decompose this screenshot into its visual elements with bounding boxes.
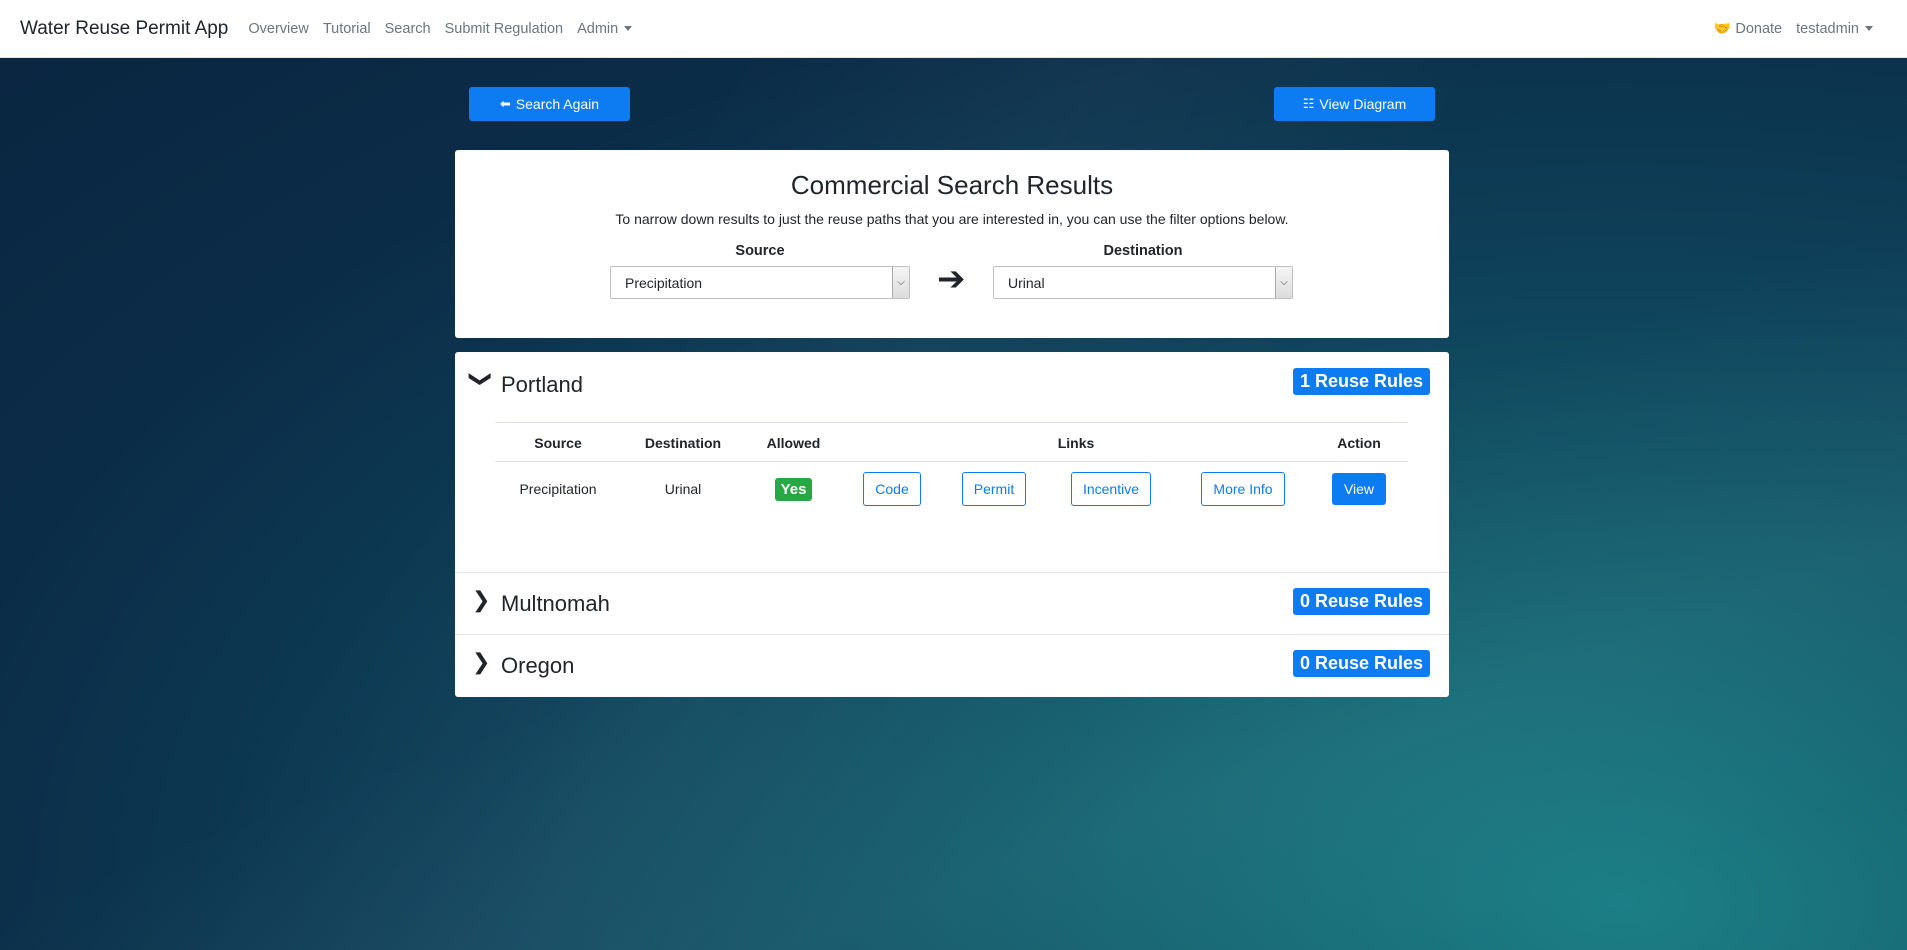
more-info-link-button[interactable]: More Info bbox=[1201, 472, 1285, 506]
col-destination: Destination bbox=[621, 422, 745, 462]
arrow-right-icon: ➔ bbox=[937, 260, 966, 298]
source-label: Source bbox=[735, 243, 785, 259]
results-header-card: Commercial Search Results To narrow down… bbox=[455, 150, 1449, 338]
accordion-header-multnomah[interactable]: ❯ Multnomah 0 Reuse Rules bbox=[455, 573, 1449, 633]
col-action: Action bbox=[1310, 422, 1408, 462]
donate-label: Donate bbox=[1735, 21, 1783, 37]
accordion-header-oregon[interactable]: ❯ Oregon 0 Reuse Rules bbox=[455, 635, 1449, 695]
jurisdiction-name: Oregon bbox=[501, 653, 575, 678]
nav-admin-label: Admin bbox=[577, 20, 619, 37]
user-name: testadmin bbox=[1796, 20, 1859, 37]
cell-destination: Urinal bbox=[664, 481, 702, 497]
cell-code: Code bbox=[842, 462, 942, 517]
handshake-icon: 🤝 bbox=[1713, 20, 1732, 36]
chevron-right-icon: ❯ bbox=[472, 587, 491, 612]
brand-link[interactable]: Water Reuse Permit App bbox=[20, 18, 228, 40]
code-link-button[interactable]: Code bbox=[863, 472, 921, 506]
destination-filter: Destination Urinal ⌵ bbox=[993, 243, 1293, 299]
caret-down-icon bbox=[1865, 26, 1873, 32]
search-again-button[interactable]: ⬅ Search Again bbox=[469, 87, 630, 121]
sitemap-icon: ☷ bbox=[1302, 96, 1315, 111]
rules-table: Source Destination Allowed Links Action … bbox=[495, 422, 1408, 516]
nav-tutorial[interactable]: Tutorial bbox=[323, 21, 371, 37]
search-again-label: Search Again bbox=[515, 96, 600, 112]
donate-link[interactable]: 🤝 Donate bbox=[1714, 20, 1782, 37]
navbar: Water Reuse Permit App Overview Tutorial… bbox=[0, 0, 1907, 58]
arrow-circle-left-icon: ⬅ bbox=[499, 96, 511, 111]
cell-source: Precipitation bbox=[519, 481, 597, 497]
view-diagram-label: View Diagram bbox=[1319, 96, 1407, 112]
view-diagram-button[interactable]: ☷ View Diagram bbox=[1274, 87, 1435, 121]
col-allowed: Allowed bbox=[745, 422, 842, 462]
permit-link-button[interactable]: Permit bbox=[961, 472, 1027, 506]
jurisdiction-accordion: ❯ Portland 1 Reuse Rules Source Destinat… bbox=[455, 352, 1449, 697]
jurisdiction-name: Portland bbox=[501, 372, 583, 397]
cell-more-info: More Info bbox=[1176, 462, 1310, 517]
accordion-header-portland[interactable]: ❯ Portland 1 Reuse Rules bbox=[455, 352, 1449, 412]
chevron-down-icon: ❯ bbox=[469, 369, 495, 389]
allowed-badge: Yes bbox=[774, 477, 813, 501]
table-header-row: Source Destination Allowed Links Action bbox=[495, 422, 1408, 462]
filter-row: Source Precipitation ⌵ ➔ Destination Uri… bbox=[455, 243, 1449, 313]
nav-right: 🤝 Donate testadmin bbox=[1714, 20, 1887, 37]
results-subtitle: To narrow down results to just the reuse… bbox=[615, 211, 1289, 227]
chevron-right-icon: ❯ bbox=[472, 649, 491, 674]
table-row: Precipitation Urinal Yes Code Permit Inc… bbox=[495, 462, 1408, 517]
col-source: Source bbox=[495, 422, 621, 462]
jurisdiction-name: Multnomah bbox=[501, 591, 610, 616]
col-links: Links bbox=[842, 422, 1310, 462]
destination-select[interactable]: Urinal ⌵ bbox=[993, 266, 1293, 299]
cell-allowed: Yes bbox=[745, 462, 842, 517]
reuse-rules-badge: 0 Reuse Rules bbox=[1292, 588, 1430, 615]
reuse-rules-badge: 0 Reuse Rules bbox=[1292, 650, 1430, 677]
cell-action: View bbox=[1310, 462, 1408, 517]
chevron-down-icon: ⌵ bbox=[892, 267, 909, 298]
nav-search[interactable]: Search bbox=[385, 21, 431, 37]
nav-submit-regulation[interactable]: Submit Regulation bbox=[445, 21, 564, 37]
cell-permit: Permit bbox=[942, 462, 1046, 517]
nav-admin-dropdown[interactable]: Admin bbox=[577, 20, 633, 37]
nav-overview[interactable]: Overview bbox=[248, 21, 308, 37]
chevron-down-icon: ⌵ bbox=[1275, 267, 1292, 298]
reuse-rules-badge: 1 Reuse Rules bbox=[1292, 368, 1430, 395]
user-dropdown[interactable]: testadmin bbox=[1796, 21, 1873, 37]
view-button[interactable]: View bbox=[1331, 473, 1387, 505]
page-title: Commercial Search Results bbox=[790, 170, 1114, 200]
cell-incentive: Incentive bbox=[1046, 462, 1176, 517]
destination-label: Destination bbox=[1103, 243, 1183, 259]
source-select[interactable]: Precipitation ⌵ bbox=[610, 266, 910, 299]
source-select-value: Precipitation bbox=[625, 274, 703, 291]
source-filter: Source Precipitation ⌵ bbox=[610, 243, 910, 299]
incentive-link-button[interactable]: Incentive bbox=[1070, 472, 1152, 506]
caret-down-icon bbox=[624, 26, 633, 32]
destination-select-value: Urinal bbox=[1008, 274, 1045, 291]
